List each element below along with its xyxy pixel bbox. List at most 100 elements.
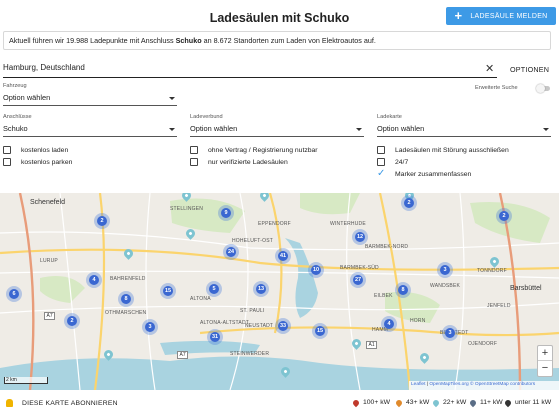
charge-card-label: Ladekarte bbox=[377, 114, 402, 120]
map-label-place: ALTONA bbox=[190, 296, 211, 302]
checkbox-box[interactable] bbox=[190, 158, 198, 166]
zoom-out-button[interactable]: − bbox=[538, 361, 552, 376]
map-label-place: WINTERHUDE bbox=[330, 221, 366, 227]
legend-label: unter 11 kW bbox=[515, 399, 552, 406]
charger-cluster[interactable]: 15 bbox=[160, 283, 176, 299]
charger-cluster[interactable]: 41 bbox=[275, 248, 291, 264]
charger-cluster[interactable]: 8 bbox=[118, 291, 134, 307]
charger-cluster[interactable]: 13 bbox=[253, 281, 269, 297]
report-charger-button[interactable]: + LADESÄULE MELDEN bbox=[446, 7, 556, 25]
charger-cluster[interactable]: 2 bbox=[401, 195, 417, 211]
chevron-down-icon bbox=[356, 128, 362, 131]
checkbox-box[interactable] bbox=[190, 146, 198, 154]
charger-cluster[interactable]: 33 bbox=[275, 318, 291, 334]
map-label-place: JENFELD bbox=[487, 303, 511, 309]
plus-icon: + bbox=[454, 8, 463, 23]
legend-item: 43+ kW bbox=[394, 398, 430, 407]
osm-link[interactable]: © OpenStreetMap contributors bbox=[470, 382, 535, 387]
map-label-place: NEUSTADT bbox=[245, 323, 274, 329]
checkbox-label: kostenlos laden bbox=[21, 146, 69, 154]
network-select[interactable]: Option wählen bbox=[190, 124, 364, 137]
toggle-knob bbox=[536, 84, 545, 93]
location-search-input[interactable]: Hamburg, Deutschland bbox=[3, 62, 497, 78]
charger-cluster[interactable]: 4 bbox=[86, 272, 102, 288]
leaflet-link[interactable]: Leaflet bbox=[411, 382, 425, 387]
info-prefix: Aktuell führen wir 19.988 Ladepunkte mit… bbox=[9, 36, 174, 45]
charge-card-select-value: Option wählen bbox=[377, 124, 425, 133]
legend-item: 100+ kW bbox=[351, 398, 390, 407]
zoom-in-button[interactable]: + bbox=[538, 346, 552, 361]
connectors-select-value: Schuko bbox=[3, 124, 28, 133]
checkbox-box[interactable] bbox=[3, 146, 11, 154]
map-pin-icon bbox=[351, 398, 361, 407]
charger-cluster[interactable]: 4 bbox=[381, 316, 397, 332]
map-pin-icon bbox=[394, 398, 404, 407]
map-label-place: BARMBEK-NORD bbox=[365, 244, 409, 250]
close-icon[interactable]: ✕ bbox=[485, 64, 494, 75]
advanced-search-toggle[interactable] bbox=[536, 84, 550, 93]
charger-cluster[interactable]: 15 bbox=[312, 323, 328, 339]
checkbox-cluster-markers[interactable]: ✓ Marker zusammenfassen bbox=[377, 169, 471, 179]
charger-cluster[interactable]: 9 bbox=[218, 205, 234, 221]
charger-cluster[interactable]: 3 bbox=[142, 319, 158, 335]
checkbox-box[interactable] bbox=[3, 158, 11, 166]
charger-cluster[interactable]: 8 bbox=[395, 282, 411, 298]
checkbox-free-charging[interactable]: kostenlos laden bbox=[3, 146, 68, 154]
network-select-value: Option wählen bbox=[190, 124, 238, 133]
map-label-place: LURUP bbox=[40, 258, 58, 264]
vehicle-select-value: Option wählen bbox=[3, 93, 51, 102]
zoom-control[interactable]: + − bbox=[537, 345, 553, 377]
checkbox-exclude-faulty[interactable]: Ladesäulen mit Störung ausschließen bbox=[377, 146, 509, 154]
checkbox-box[interactable] bbox=[377, 158, 385, 166]
charger-cluster[interactable]: 2 bbox=[496, 208, 512, 224]
checkbox-no-contract[interactable]: ohne Vertrag / Registrierung nutzbar bbox=[190, 146, 318, 154]
legend-item: 22+ kW bbox=[431, 398, 466, 407]
network-label: Ladeverbund bbox=[190, 114, 223, 120]
map-label-place: OTHMARSCHEN bbox=[105, 310, 147, 316]
options-button[interactable]: OPTIONEN bbox=[510, 65, 549, 74]
map-label-place: EPPENDORF bbox=[258, 221, 291, 227]
map-label-place: ALTONA-ALTSTADT bbox=[200, 320, 250, 326]
charger-cluster[interactable]: 2 bbox=[94, 213, 110, 229]
checkbox-label: ohne Vertrag / Registrierung nutzbar bbox=[208, 146, 318, 154]
checkbox-verified-only[interactable]: nur verifizierte Ladesäulen bbox=[190, 158, 288, 166]
legend-label: 11+ kW bbox=[480, 399, 503, 406]
charger-cluster[interactable]: 12 bbox=[352, 229, 368, 245]
map[interactable]: Schenefeld STELLINGEN WINTERHUDE BARMBEK… bbox=[0, 193, 559, 390]
checkmark-icon[interactable]: ✓ bbox=[377, 169, 388, 179]
checkbox-label: kostenlos parken bbox=[21, 158, 73, 166]
charger-cluster[interactable]: 5 bbox=[206, 281, 222, 297]
checkbox-label: Ladesäulen mit Störung ausschließen bbox=[395, 146, 509, 154]
report-charger-label: LADESÄULE MELDEN bbox=[470, 12, 548, 20]
charger-cluster[interactable]: 27 bbox=[350, 272, 366, 288]
charger-cluster[interactable]: 6 bbox=[6, 286, 22, 302]
openmaptiles-link[interactable]: OpenMapTiles.org bbox=[429, 382, 468, 387]
charger-cluster[interactable]: 24 bbox=[223, 244, 239, 260]
charger-cluster[interactable]: 2 bbox=[64, 313, 80, 329]
info-banner: Aktuell führen wir 19.988 Ladepunkte mit… bbox=[3, 31, 551, 50]
map-label-place: HORN bbox=[410, 318, 426, 324]
subscribe-map-link[interactable]: DIESE KARTE ABONNIEREN bbox=[22, 400, 118, 407]
map-scale: 2 km bbox=[4, 377, 48, 384]
map-pin-icon bbox=[468, 398, 478, 407]
map-label-place: BARMBEK-SÜD bbox=[340, 265, 379, 271]
chevron-down-icon bbox=[169, 128, 175, 131]
charger-cluster[interactable]: 3 bbox=[442, 325, 458, 341]
checkbox-free-parking[interactable]: kostenlos parken bbox=[3, 158, 72, 166]
map-pin-icon bbox=[503, 398, 513, 407]
bell-icon[interactable] bbox=[6, 399, 13, 407]
checkbox-box[interactable] bbox=[377, 146, 385, 154]
charger-cluster[interactable]: 3 bbox=[437, 262, 453, 278]
charger-cluster[interactable]: 31 bbox=[207, 329, 223, 345]
connectors-label: Anschlüsse bbox=[3, 114, 32, 120]
road-number-label: A7 bbox=[44, 312, 56, 320]
map-label-place: WANDSBEK bbox=[430, 283, 461, 289]
connectors-select[interactable]: Schuko bbox=[3, 124, 177, 137]
advanced-search-label: Erweiterte Suche bbox=[475, 85, 518, 91]
map-label-place: ST. PAULI bbox=[240, 308, 265, 314]
vehicle-select[interactable]: Option wählen bbox=[3, 93, 177, 106]
charger-cluster[interactable]: 10 bbox=[308, 262, 324, 278]
charge-card-select[interactable]: Option wählen bbox=[377, 124, 551, 137]
checkbox-24-7[interactable]: 24/7 bbox=[377, 158, 408, 166]
legend-label: 43+ kW bbox=[406, 399, 430, 406]
